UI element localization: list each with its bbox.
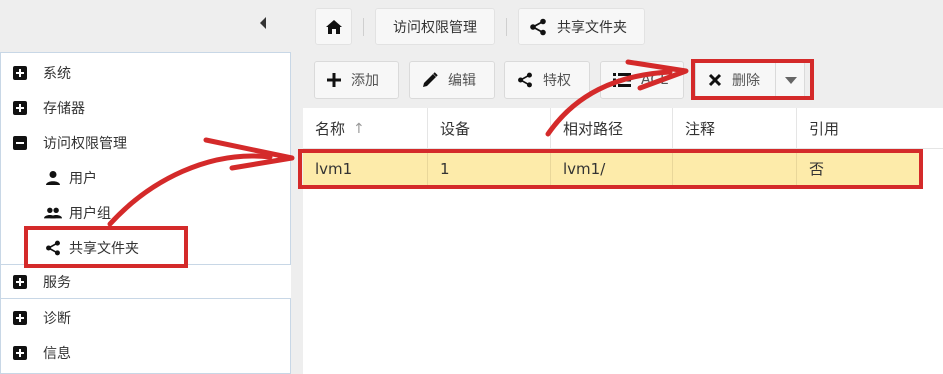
cell-path: lvm1/ [551,149,673,188]
sidebar-item-label: 用户组 [69,205,111,222]
sidebar-item-groups[interactable]: 用户组 [1,195,291,230]
share-icon [530,18,546,35]
main-panel: 添加 编辑 特权 ACL 删除 名称 ↑ 设备 相对路径 注释 引用 lvm1 … [303,52,943,374]
expand-icon [13,310,27,325]
delete-button-label: 删除 [732,73,760,89]
pencil-icon [422,72,438,88]
cell-device: 1 [428,149,551,188]
collapse-icon [13,135,27,150]
column-header-comment[interactable]: 注释 [673,108,797,149]
sidebar-item-label: 存储器 [43,100,85,117]
sidebar-item-label: 用户 [69,170,97,187]
column-header-referenced[interactable]: 引用 [797,108,943,149]
close-icon [708,73,722,87]
privileges-button[interactable]: 特权 [504,61,590,99]
breadcrumb-access-control[interactable]: 访问权限管理 [375,8,495,45]
cell-comment [673,149,797,188]
sidebar-item-services[interactable]: 服务 [1,264,291,299]
button-divider [775,62,776,98]
sidebar-item-diagnostics[interactable]: 诊断 [1,300,291,335]
table-row[interactable]: lvm1 1 lvm1/ 否 [303,149,921,188]
sidebar: 系统 存储器 访问权限管理 用户 用户组 共享文件夹 服务 诊断 信息 [0,52,291,374]
chevron-down-icon[interactable] [785,77,797,84]
table-header: 名称 ↑ 设备 相对路径 注释 引用 [303,108,943,149]
column-header-device[interactable]: 设备 [428,108,551,149]
sidebar-item-access-control[interactable]: 访问权限管理 [1,125,291,160]
expand-icon [13,100,27,115]
privileges-button-label: 特权 [543,73,571,89]
edit-button-label: 编辑 [448,73,476,89]
sidebar-item-label: 服务 [43,274,71,291]
sidebar-item-label: 访问权限管理 [43,135,127,152]
sidebar-item-users[interactable]: 用户 [1,160,291,195]
sidebar-item-shared-folders[interactable]: 共享文件夹 [1,230,291,265]
breadcrumb-separator [506,18,507,36]
collapse-sidebar-button[interactable] [255,14,271,32]
sidebar-item-label: 系统 [43,65,71,82]
user-icon [44,170,62,186]
share-icon [517,72,533,88]
add-button-label: 添加 [351,73,379,89]
breadcrumb-separator [363,18,364,36]
column-header-name[interactable]: 名称 ↑ [303,108,428,149]
plus-icon [327,73,341,87]
breadcrumb-home[interactable] [315,8,352,45]
sidebar-item-label: 诊断 [43,310,71,327]
expand-icon [13,65,27,80]
page: 访问权限管理 共享文件夹 系统 存储器 访问权限管理 用户 用户组 共享文件夹 … [0,0,943,374]
acl-button-label: ACL [641,72,668,88]
breadcrumb-shared-label: 共享文件夹 [557,19,627,36]
home-icon [325,19,342,34]
sidebar-item-storage[interactable]: 存储器 [1,90,291,125]
sidebar-item-label: 共享文件夹 [69,240,139,257]
caret-left-icon [260,17,266,29]
sidebar-item-label: 信息 [43,345,71,362]
sort-ascending-icon: ↑ [353,120,365,137]
cell-name: lvm1 [303,149,428,188]
top-bar: 访问权限管理 共享文件夹 [0,0,943,52]
column-header-path[interactable]: 相对路径 [551,108,673,149]
delete-button[interactable]: 删除 [695,61,805,99]
users-icon [44,205,62,221]
breadcrumb-access-label: 访问权限管理 [393,19,477,36]
expand-icon [13,345,27,360]
edit-button[interactable]: 编辑 [409,61,495,99]
breadcrumb-shared-folders[interactable]: 共享文件夹 [518,8,645,45]
sidebar-item-system[interactable]: 系统 [1,55,291,90]
toolbar: 添加 编辑 特权 ACL 删除 [303,52,943,108]
acl-button[interactable]: ACL [600,61,684,99]
sidebar-item-information[interactable]: 信息 [1,335,291,370]
share-icon [44,240,62,256]
expand-icon [13,274,27,289]
list-icon [613,73,631,87]
add-button[interactable]: 添加 [314,61,399,99]
cell-referenced: 否 [809,160,825,178]
